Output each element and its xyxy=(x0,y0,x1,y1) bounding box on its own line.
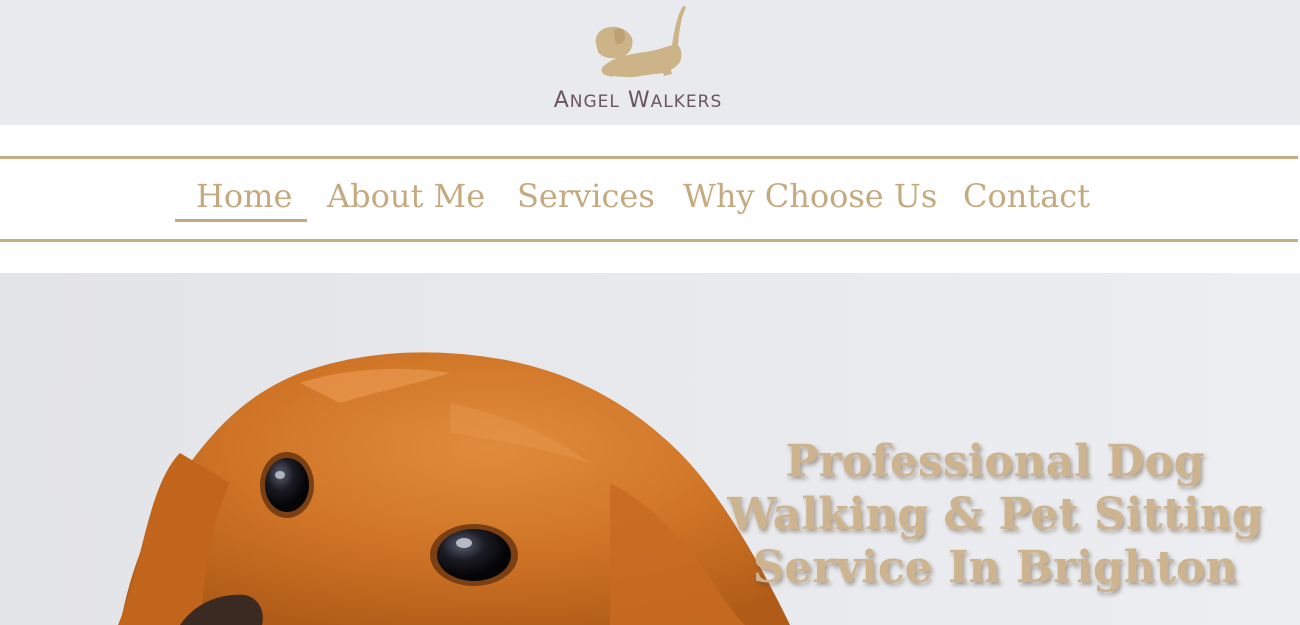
nav-item-services[interactable]: Services xyxy=(517,177,655,215)
nav-item-about-me[interactable]: About Me xyxy=(327,177,485,215)
main-navigation: Home About Me Services Why Choose Us Con… xyxy=(0,125,1300,273)
nav-item-why-choose-us[interactable]: Why Choose Us xyxy=(683,177,937,215)
logo-header: ANGEL WALKERS xyxy=(0,0,1300,125)
dog-logo-icon[interactable] xyxy=(588,0,688,80)
nav-top-rule xyxy=(0,156,1298,159)
nav-item-home[interactable]: Home xyxy=(196,177,292,215)
brand-name[interactable]: ANGEL WALKERS xyxy=(0,88,1276,113)
nav-bottom-rule xyxy=(0,239,1298,242)
nav-item-contact[interactable]: Contact xyxy=(963,177,1090,215)
hero-banner: Professional Dog Walking & Pet Sitting S… xyxy=(0,273,1300,625)
hero-title: Professional Dog Walking & Pet Sitting S… xyxy=(727,436,1263,593)
nav-active-underline xyxy=(175,219,307,222)
